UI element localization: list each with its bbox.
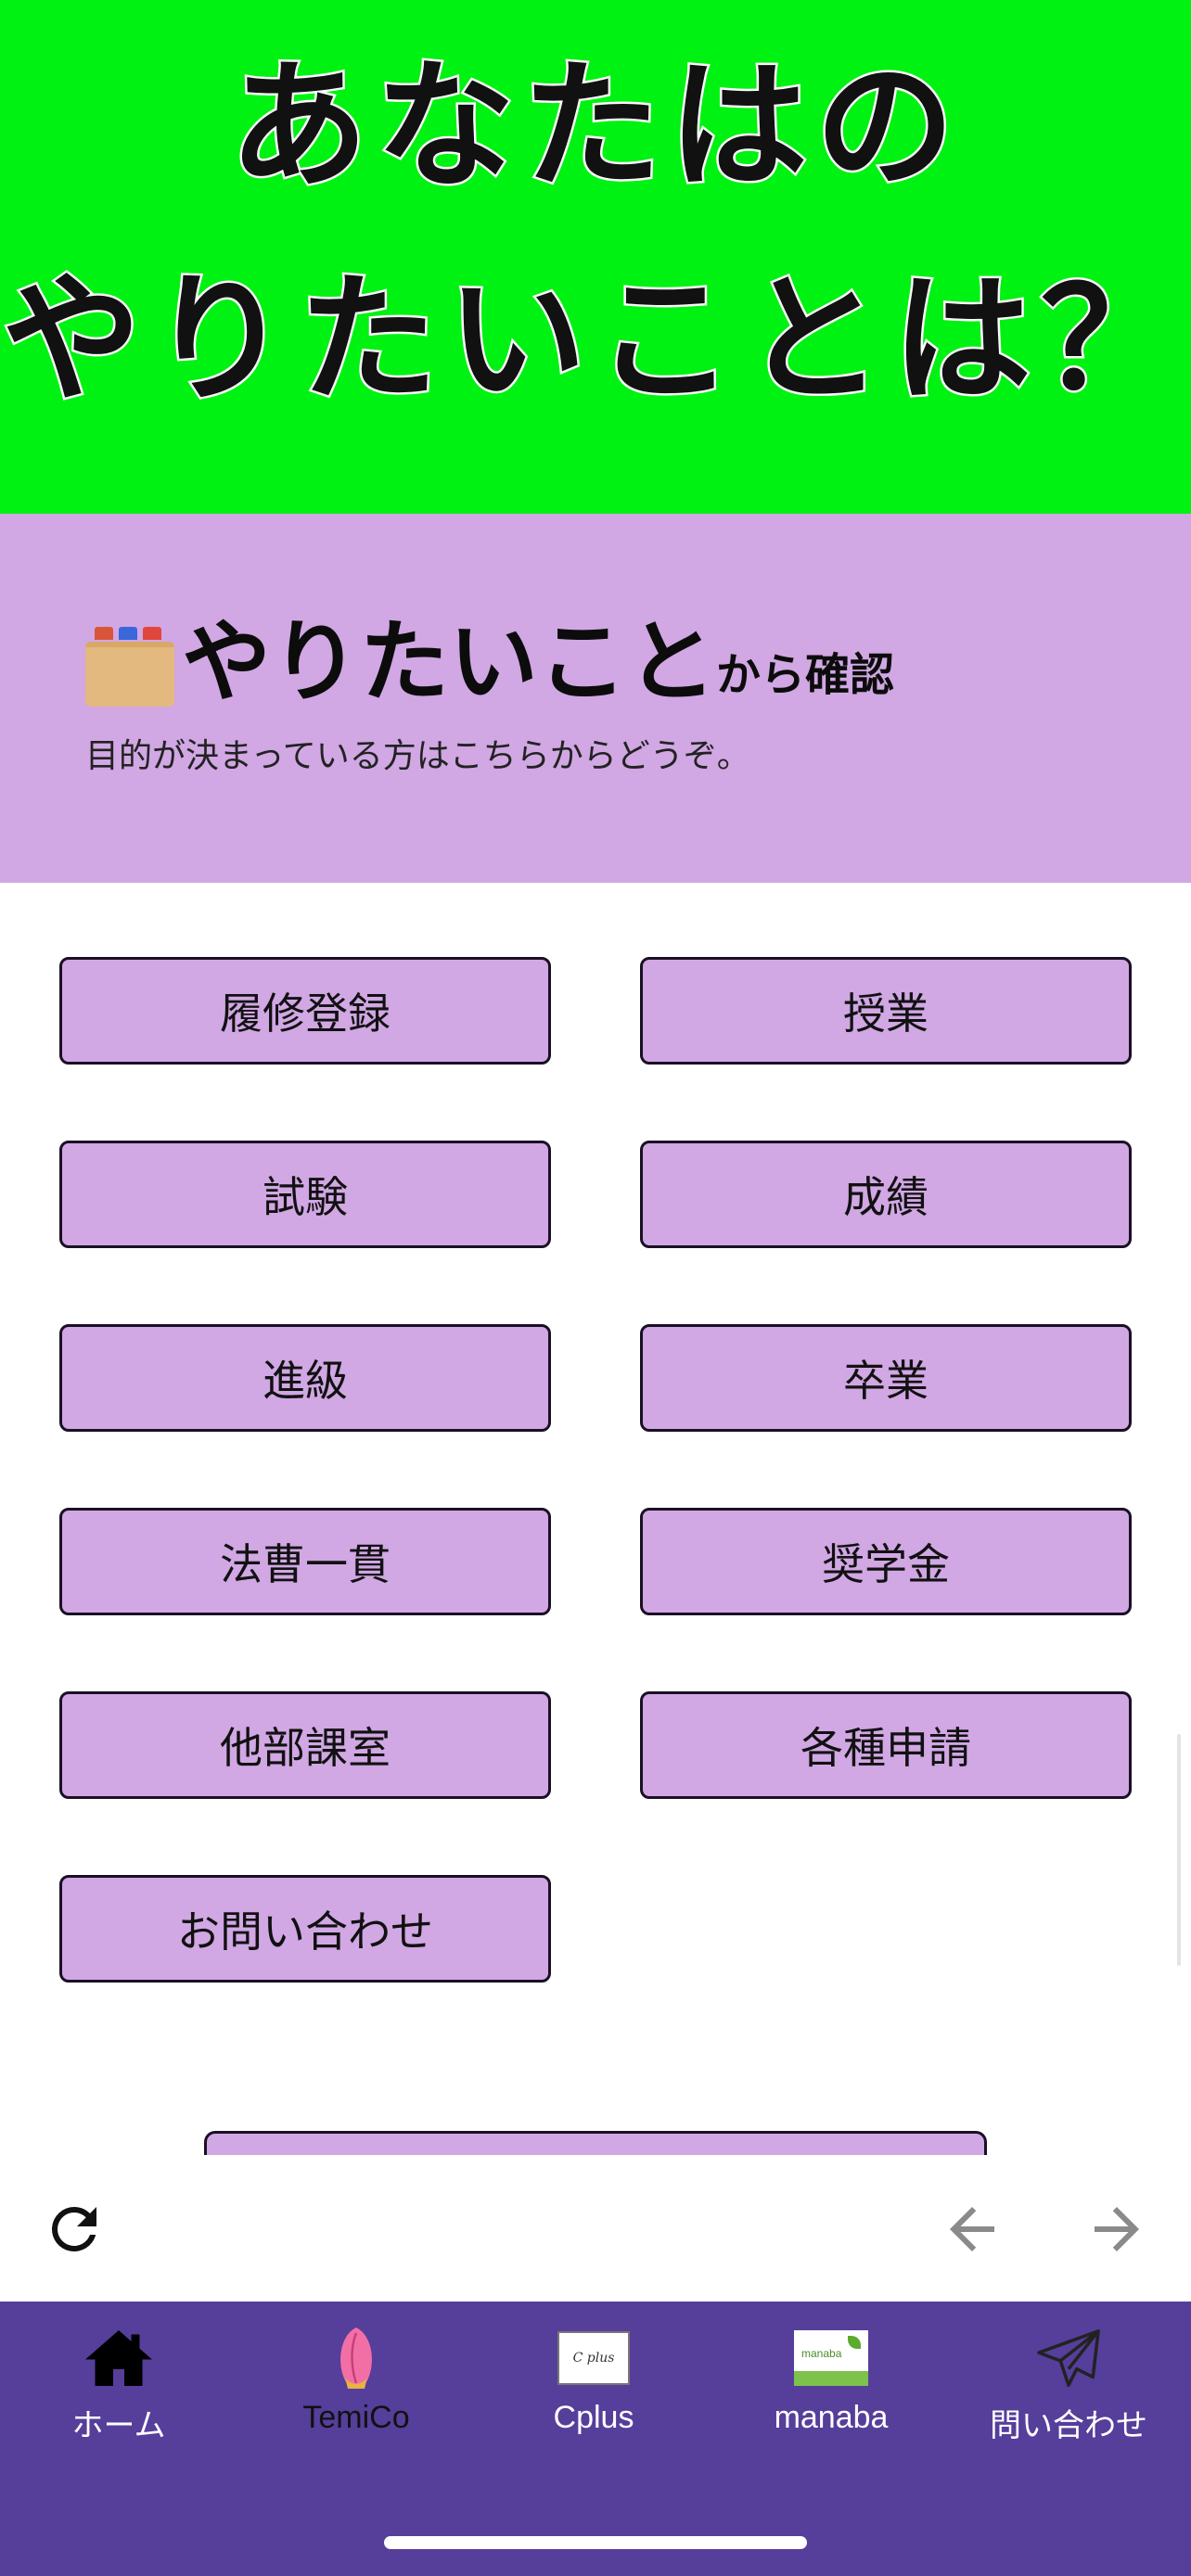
- hero-title-line-2: やりたいことは？: [0, 260, 1189, 422]
- tab-cplus[interactable]: C plus Cplus: [475, 2326, 712, 2455]
- manaba-logo-icon: manaba: [794, 2326, 868, 2391]
- home-icon: [82, 2326, 156, 2391]
- section-title-main: やりたいこと: [182, 610, 716, 714]
- flower-bud-icon: [319, 2326, 393, 2391]
- tab-contact[interactable]: 問い合わせ: [950, 2326, 1187, 2455]
- bottom-tab-bar: ホーム TemiCo C plus Cplus manaba manaba 問い…: [0, 2302, 1191, 2576]
- arrow-left-icon[interactable]: [939, 2196, 1005, 2263]
- category-button-contact[interactable]: お問い合わせ: [59, 1875, 551, 1983]
- arrow-right-icon[interactable]: [1083, 2196, 1150, 2263]
- category-button-classes[interactable]: 授業: [640, 957, 1132, 1065]
- home-indicator[interactable]: [384, 2536, 807, 2549]
- reload-icon[interactable]: [41, 2196, 108, 2263]
- cplus-logo-text: C plus: [557, 2331, 630, 2385]
- scrollbar[interactable]: [1177, 1734, 1181, 1966]
- card-file-box-icon: [85, 621, 174, 707]
- manaba-logo-text: manaba: [801, 2347, 842, 2360]
- paper-plane-icon: [1031, 2326, 1106, 2391]
- tab-label-manaba: manaba: [774, 2400, 889, 2435]
- category-button-law-program[interactable]: 法曹一貫: [59, 1508, 551, 1615]
- section-title-suffix: から確認: [716, 649, 895, 701]
- section-title: やりたいこと から確認: [85, 597, 894, 718]
- browser-toolbar: [0, 2155, 1191, 2302]
- category-button-exams[interactable]: 試験: [59, 1141, 551, 1248]
- tab-temico[interactable]: TemiCo: [237, 2326, 475, 2455]
- tab-label-home: ホーム: [71, 2408, 166, 2443]
- tab-manaba[interactable]: manaba manaba: [712, 2326, 950, 2455]
- tab-label-cplus: Cplus: [553, 2400, 634, 2435]
- section-header: やりたいこと から確認 目的が決まっている方はこちらからどうぞ。: [0, 514, 1191, 883]
- category-button-registration[interactable]: 履修登録: [59, 957, 551, 1065]
- tab-label-temico: TemiCo: [302, 2400, 410, 2435]
- cplus-logo-icon: C plus: [557, 2326, 631, 2391]
- section-description: 目的が決まっている方はこちらからどうぞ。: [85, 737, 750, 775]
- hero-title-line-1: あなたはの: [226, 46, 962, 209]
- hero-banner: あなたはの やりたいことは？: [0, 0, 1191, 514]
- category-button-scholarship[interactable]: 奨学金: [640, 1508, 1132, 1615]
- category-button-promotion[interactable]: 進級: [59, 1324, 551, 1432]
- category-button-other-departments[interactable]: 他部課室: [59, 1691, 551, 1799]
- category-button-applications[interactable]: 各種申請: [640, 1691, 1132, 1799]
- partially-visible-button[interactable]: [204, 2131, 987, 2155]
- category-button-graduation[interactable]: 卒業: [640, 1324, 1132, 1432]
- category-button-grades[interactable]: 成績: [640, 1141, 1132, 1248]
- tab-label-contact: 問い合わせ: [990, 2408, 1147, 2443]
- tab-home[interactable]: ホーム: [0, 2326, 237, 2455]
